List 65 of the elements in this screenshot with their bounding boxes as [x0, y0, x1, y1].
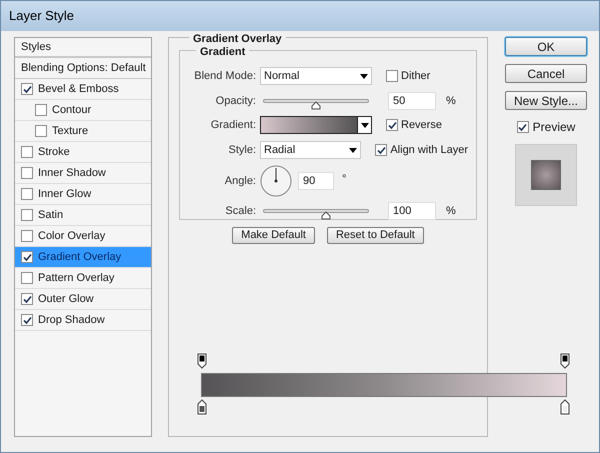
field-label: Blend Mode: [193, 68, 256, 84]
checkbox[interactable] [21, 146, 33, 158]
style-list-item[interactable]: Outer Glow [15, 289, 151, 310]
dialog-button[interactable]: Cancel [505, 64, 587, 83]
dropdown-arrow-icon [349, 148, 358, 152]
number-field[interactable]: 50 [388, 92, 436, 110]
number-field[interactable]: 90 [298, 172, 334, 190]
field-label: Scale: [224, 204, 256, 219]
style-list-item[interactable]: Gradient Overlay [15, 247, 151, 268]
number-field[interactable]: 100 [388, 202, 436, 220]
checkbox[interactable] [516, 121, 529, 133]
style-list-item[interactable]: Texture [15, 121, 151, 142]
checkbox[interactable] [21, 251, 33, 263]
style-list-item[interactable]: Pattern Overlay [15, 268, 151, 289]
field-label: Style: [227, 142, 256, 158]
slider-thumb[interactable] [321, 211, 332, 220]
dialog-button[interactable]: New Style... [505, 91, 587, 110]
dropdown-arrow-icon [360, 122, 368, 128]
field-label: Gradient: [210, 118, 256, 133]
opacity-stop-icon[interactable] [197, 353, 207, 369]
checkbox[interactable] [21, 188, 33, 200]
checkbox[interactable] [21, 167, 33, 179]
blend-mode-dropdown[interactable]: Normal [260, 67, 372, 85]
style-list-item[interactable]: Blending Options: Default [15, 58, 151, 79]
checkbox[interactable] [21, 293, 33, 305]
style-list-item[interactable]: Styles [15, 38, 151, 58]
style-list-item[interactable]: Drop Shadow [15, 310, 151, 331]
style-list-item[interactable]: Satin [15, 205, 151, 226]
style-list-item[interactable]: Inner Shadow [15, 163, 151, 184]
checkbox[interactable] [375, 144, 388, 156]
dropdown-arrow-icon [360, 74, 368, 78]
style-list-item[interactable]: Stroke [15, 142, 151, 163]
checkbox-label: Align with Layer [390, 142, 468, 158]
style-dropdown[interactable]: Radial [260, 141, 362, 159]
color-stop-icon[interactable] [197, 399, 207, 415]
checkbox[interactable] [21, 314, 33, 326]
checkbox[interactable] [21, 272, 33, 284]
opacity-stop-icon[interactable] [560, 353, 570, 369]
panel-button[interactable]: Make Default [232, 226, 315, 244]
style-list-item[interactable]: Contour [15, 100, 151, 121]
checkbox[interactable] [21, 83, 33, 95]
checkbox[interactable] [386, 70, 398, 82]
checkbox[interactable] [386, 119, 398, 131]
checkbox[interactable] [35, 125, 47, 137]
checkbox[interactable] [35, 104, 47, 116]
unit-label: ° [342, 172, 346, 187]
color-stop-icon[interactable] [560, 399, 570, 415]
checkbox[interactable] [21, 230, 33, 242]
checkbox-label: Reverse [401, 118, 442, 133]
style-list-item[interactable]: Bevel & Emboss [15, 79, 151, 100]
field-label: Opacity: [214, 94, 256, 109]
panel-button[interactable]: Reset to Default [326, 226, 424, 244]
unit-label: % [446, 94, 456, 109]
checkbox[interactable] [21, 209, 33, 221]
slider-thumb[interactable] [311, 101, 321, 110]
gradient-picker[interactable] [260, 116, 372, 134]
preview-thumbnail [515, 144, 577, 206]
field-label: Angle: [224, 174, 256, 189]
angle-dial[interactable] [260, 165, 292, 197]
checkbox-label: Preview [532, 119, 576, 136]
style-list-item[interactable]: Inner Glow [15, 184, 151, 205]
window-title: Layer Style [9, 7, 74, 26]
unit-label: % [446, 204, 456, 219]
dialog-button[interactable]: OK [505, 37, 587, 56]
checkbox-label: Dither [401, 68, 430, 84]
